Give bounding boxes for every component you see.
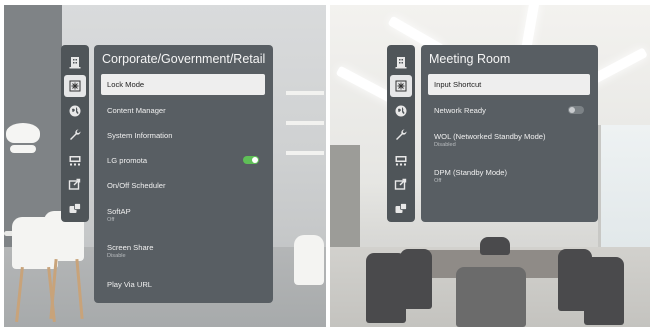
menu-item-label: Network Ready — [434, 105, 486, 115]
pendant-lamp-base — [10, 145, 36, 153]
menu-item-label: DPM (Standby Mode) — [434, 168, 508, 177]
menu-item-wol[interactable]: WOL (Networked Standby Mode) Disabled — [428, 129, 590, 151]
monitor-network-icon[interactable] — [390, 149, 412, 171]
wall-shelf — [286, 91, 324, 95]
menu-item-label: System Information — [107, 130, 173, 140]
globe-icon[interactable] — [64, 100, 86, 122]
pendant-lamp — [6, 123, 40, 143]
chair — [456, 267, 526, 327]
wrench-icon[interactable] — [64, 124, 86, 146]
menu-item-lg-promota[interactable]: LG promota — [101, 153, 265, 167]
panel-title: Corporate/Government/Retail — [102, 52, 266, 66]
menu-item-label: Content Manager — [107, 105, 166, 115]
right-menu-panel: Meeting Room Input Shortcut Network Read… — [421, 45, 598, 222]
share-screen-icon[interactable] — [390, 173, 412, 195]
menu-item-label: SoftAP — [107, 207, 131, 216]
panel-title: Meeting Room — [429, 52, 511, 66]
snowflake-icon[interactable] — [64, 75, 86, 98]
devices-icon[interactable] — [390, 198, 412, 220]
snowflake-icon[interactable] — [390, 75, 412, 98]
wrench-icon[interactable] — [390, 124, 412, 146]
building-icon[interactable] — [390, 51, 412, 73]
chair — [400, 249, 432, 309]
menu-item-lock-mode[interactable]: Lock Mode — [101, 74, 265, 95]
menu-item-value: Off — [107, 217, 115, 223]
building-icon[interactable] — [64, 51, 86, 73]
menu-item-label: Screen Share — [107, 243, 154, 252]
globe-icon[interactable] — [390, 100, 412, 122]
menu-item-on-off-scheduler[interactable]: On/Off Scheduler — [101, 178, 265, 192]
menu-item-input-shortcut[interactable]: Input Shortcut — [428, 74, 590, 95]
white-chair — [294, 235, 324, 285]
menu-item-screen-share[interactable]: Screen Share Disable — [101, 240, 265, 262]
menu-item-label: Lock Mode — [107, 80, 145, 89]
menu-item-label: LG promota — [107, 155, 148, 165]
menu-item-network-ready[interactable]: Network Ready — [428, 103, 590, 117]
right-category-sidebar — [387, 45, 415, 222]
lg-promota-toggle[interactable] — [243, 156, 259, 164]
menu-item-label: Play Via URL — [107, 279, 153, 289]
menu-item-softap[interactable]: SoftAP Off — [101, 204, 265, 226]
menu-item-value: Disabled — [434, 142, 456, 148]
menu-item-content-manager[interactable]: Content Manager — [101, 103, 265, 117]
ceiling-light — [521, 5, 540, 51]
menu-item-value: Off — [434, 178, 442, 184]
menu-item-label: On/Off Scheduler — [107, 180, 166, 190]
devices-icon[interactable] — [64, 198, 86, 220]
menu-item-label: WOL (Networked Standby Mode) — [434, 132, 546, 141]
wall-shelf — [286, 151, 324, 155]
menu-item-value: Disable — [107, 253, 126, 259]
monitor-network-icon[interactable] — [64, 149, 86, 171]
chair — [480, 237, 510, 255]
menu-item-label: Input Shortcut — [434, 80, 482, 89]
menu-item-dpm[interactable]: DPM (Standby Mode) Off — [428, 165, 590, 187]
chair — [584, 257, 624, 325]
menu-item-system-information[interactable]: System Information — [101, 128, 265, 142]
left-menu-panel: Corporate/Government/Retail Lock Mode Co… — [94, 45, 273, 303]
wall-shelf — [286, 121, 324, 125]
network-ready-toggle[interactable] — [568, 106, 584, 114]
left-category-sidebar — [61, 45, 89, 222]
share-screen-icon[interactable] — [64, 173, 86, 195]
menu-item-play-via-url[interactable]: Play Via URL — [101, 277, 265, 291]
